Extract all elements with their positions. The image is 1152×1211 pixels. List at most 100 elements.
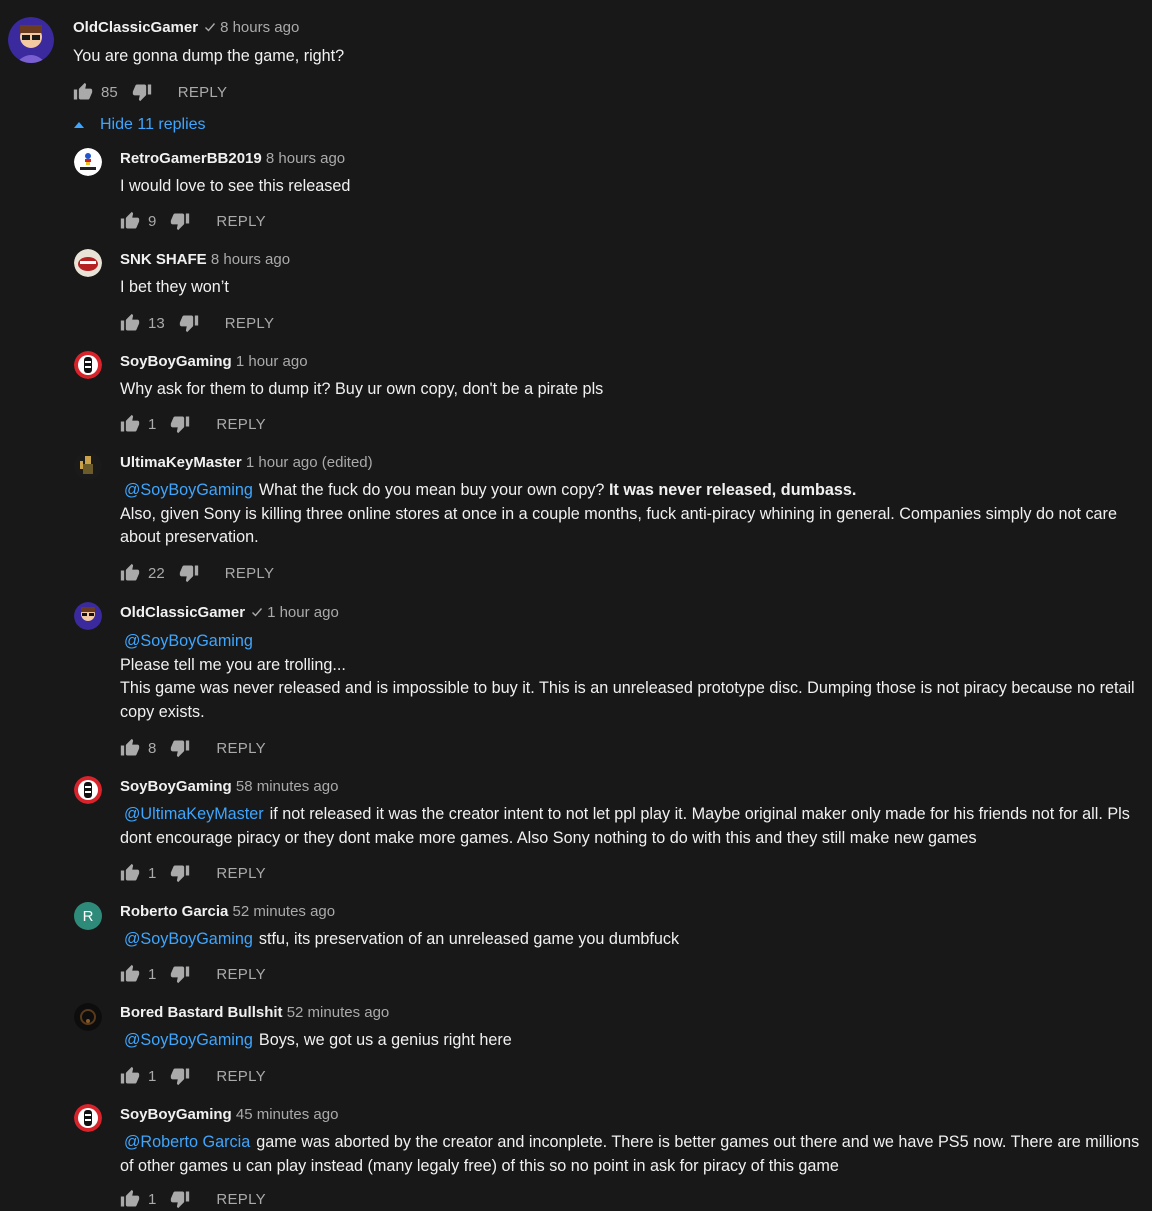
dislike-icon[interactable] bbox=[170, 863, 190, 883]
comment-actions: 8 REPLY bbox=[120, 736, 266, 760]
dislike-icon[interactable] bbox=[170, 964, 190, 984]
avatar[interactable] bbox=[74, 1104, 102, 1132]
dislike-icon[interactable] bbox=[179, 563, 199, 583]
author-name[interactable]: UltimaKeyMaster bbox=[120, 454, 242, 471]
comment-text: @Roberto Garcia game was aborted by the c… bbox=[120, 1131, 1140, 1178]
comment-author[interactable]: RetroGamerBB2019 8 hours ago bbox=[120, 150, 345, 167]
like-count: 85 bbox=[101, 83, 118, 101]
mention-link[interactable]: @UltimaKeyMaster bbox=[124, 805, 264, 823]
comment-author[interactable]: SoyBoyGaming 58 minutes ago bbox=[120, 778, 338, 795]
author-name[interactable]: Bored Bastard Bullshit bbox=[120, 1004, 283, 1021]
comment-author[interactable]: Roberto Garcia 52 minutes ago bbox=[120, 903, 335, 920]
comment-actions: 1 REPLY bbox=[120, 1064, 266, 1088]
comment-text: You are gonna dump the game, right? bbox=[73, 47, 345, 65]
reply-button[interactable]: REPLY bbox=[216, 213, 266, 230]
like-icon[interactable] bbox=[73, 82, 93, 102]
text-span: What the fuck do you mean buy your own c… bbox=[258, 481, 609, 499]
mention-link[interactable]: @SoyBoyGaming bbox=[124, 632, 253, 650]
reply-button[interactable]: REPLY bbox=[216, 740, 266, 757]
dislike-icon[interactable] bbox=[170, 738, 190, 758]
timestamp[interactable]: 1 hour ago (edited) bbox=[246, 454, 373, 471]
avatar[interactable] bbox=[74, 452, 102, 480]
avatar[interactable] bbox=[74, 1003, 102, 1031]
reply-button[interactable]: REPLY bbox=[178, 84, 228, 101]
comment-author[interactable]: OldClassicGamer 8 hours ago bbox=[73, 19, 299, 36]
avatar[interactable] bbox=[74, 776, 102, 804]
avatar[interactable]: R bbox=[74, 902, 102, 930]
timestamp[interactable]: 1 hour ago bbox=[236, 353, 308, 370]
timestamp[interactable]: 58 minutes ago bbox=[236, 778, 339, 795]
comment-actions: 13 REPLY bbox=[120, 311, 274, 335]
author-name[interactable]: SNK SHAFE bbox=[120, 251, 207, 268]
like-count: 9 bbox=[148, 212, 157, 230]
reply-button[interactable]: REPLY bbox=[225, 315, 275, 332]
timestamp[interactable]: 8 hours ago bbox=[266, 150, 345, 167]
dislike-icon[interactable] bbox=[170, 211, 190, 231]
author-name[interactable]: RetroGamerBB2019 bbox=[120, 150, 262, 167]
like-icon[interactable] bbox=[120, 964, 140, 984]
comment-author[interactable]: Bored Bastard Bullshit 52 minutes ago bbox=[120, 1004, 389, 1021]
avatar[interactable] bbox=[8, 17, 54, 63]
like-icon[interactable] bbox=[120, 1066, 140, 1086]
avatar[interactable] bbox=[74, 148, 102, 176]
timestamp[interactable]: 8 hours ago bbox=[211, 251, 290, 268]
comment-actions: 1 REPLY bbox=[120, 962, 266, 986]
like-icon[interactable] bbox=[120, 738, 140, 758]
avatar[interactable] bbox=[74, 351, 102, 379]
author-name[interactable]: OldClassicGamer bbox=[73, 19, 198, 36]
like-count: 1 bbox=[148, 415, 157, 433]
dislike-icon[interactable] bbox=[170, 1066, 190, 1086]
avatar[interactable] bbox=[74, 602, 102, 630]
author-name[interactable]: SoyBoyGaming bbox=[120, 778, 232, 795]
mention-link[interactable]: @SoyBoyGaming bbox=[124, 1031, 253, 1049]
comment-author[interactable]: UltimaKeyMaster 1 hour ago (edited) bbox=[120, 454, 373, 471]
text-span: Boys, we got us a genius right here bbox=[258, 1031, 512, 1049]
comment-text: @SoyBoyGaming stfu, its preservation of a… bbox=[120, 928, 679, 952]
verified-check-icon bbox=[205, 23, 216, 32]
comment-text: @SoyBoyGaming Boys, we got us a genius ri… bbox=[120, 1029, 512, 1053]
reply-button[interactable]: REPLY bbox=[225, 565, 275, 582]
reply-button[interactable]: REPLY bbox=[216, 1191, 266, 1208]
timestamp[interactable]: 45 minutes ago bbox=[236, 1106, 339, 1123]
timestamp[interactable]: 8 hours ago bbox=[220, 19, 299, 36]
timestamp[interactable]: 52 minutes ago bbox=[233, 903, 336, 920]
reply-button[interactable]: REPLY bbox=[216, 966, 266, 983]
like-count: 1 bbox=[148, 1190, 157, 1208]
comment-author[interactable]: SNK SHAFE 8 hours ago bbox=[120, 251, 290, 268]
timestamp[interactable]: 52 minutes ago bbox=[287, 1004, 390, 1021]
mention-link[interactable]: @SoyBoyGaming bbox=[124, 930, 253, 948]
author-name[interactable]: SoyBoyGaming bbox=[120, 353, 232, 370]
like-icon[interactable] bbox=[120, 414, 140, 434]
mention-link[interactable]: @Roberto Garcia bbox=[124, 1133, 250, 1151]
like-count: 1 bbox=[148, 1067, 157, 1085]
like-icon[interactable] bbox=[120, 863, 140, 883]
text-span: game was aborted by the creator and inco… bbox=[120, 1133, 1140, 1175]
author-name[interactable]: SoyBoyGaming bbox=[120, 1106, 232, 1123]
like-icon[interactable] bbox=[120, 1189, 140, 1209]
reply-button[interactable]: REPLY bbox=[216, 865, 266, 882]
dislike-icon[interactable] bbox=[132, 82, 152, 102]
hide-replies-button[interactable]: Hide 11 replies bbox=[74, 116, 206, 134]
like-count: 13 bbox=[148, 314, 165, 332]
dislike-icon[interactable] bbox=[170, 1189, 190, 1209]
mention-link[interactable]: @SoyBoyGaming bbox=[124, 481, 253, 499]
timestamp[interactable]: 1 hour ago bbox=[267, 604, 339, 621]
comment-author[interactable]: OldClassicGamer 1 hour ago bbox=[120, 604, 339, 621]
like-icon[interactable] bbox=[120, 563, 140, 583]
collapse-arrow-icon bbox=[74, 122, 84, 128]
author-name[interactable]: Roberto Garcia bbox=[120, 903, 228, 920]
comment-actions: 1 REPLY bbox=[120, 861, 266, 885]
like-count: 1 bbox=[148, 864, 157, 882]
avatar[interactable] bbox=[74, 249, 102, 277]
comment-text: @SoyBoyGaming Please tell me you are tro… bbox=[120, 630, 1140, 724]
reply-button[interactable]: REPLY bbox=[216, 1068, 266, 1085]
like-icon[interactable] bbox=[120, 211, 140, 231]
reply-button[interactable]: REPLY bbox=[216, 416, 266, 433]
dislike-icon[interactable] bbox=[170, 414, 190, 434]
avatar-letter: R bbox=[82, 907, 94, 925]
like-icon[interactable] bbox=[120, 313, 140, 333]
comment-author[interactable]: SoyBoyGaming 45 minutes ago bbox=[120, 1106, 338, 1123]
author-name[interactable]: OldClassicGamer bbox=[120, 604, 245, 621]
comment-author[interactable]: SoyBoyGaming 1 hour ago bbox=[120, 353, 308, 370]
dislike-icon[interactable] bbox=[179, 313, 199, 333]
